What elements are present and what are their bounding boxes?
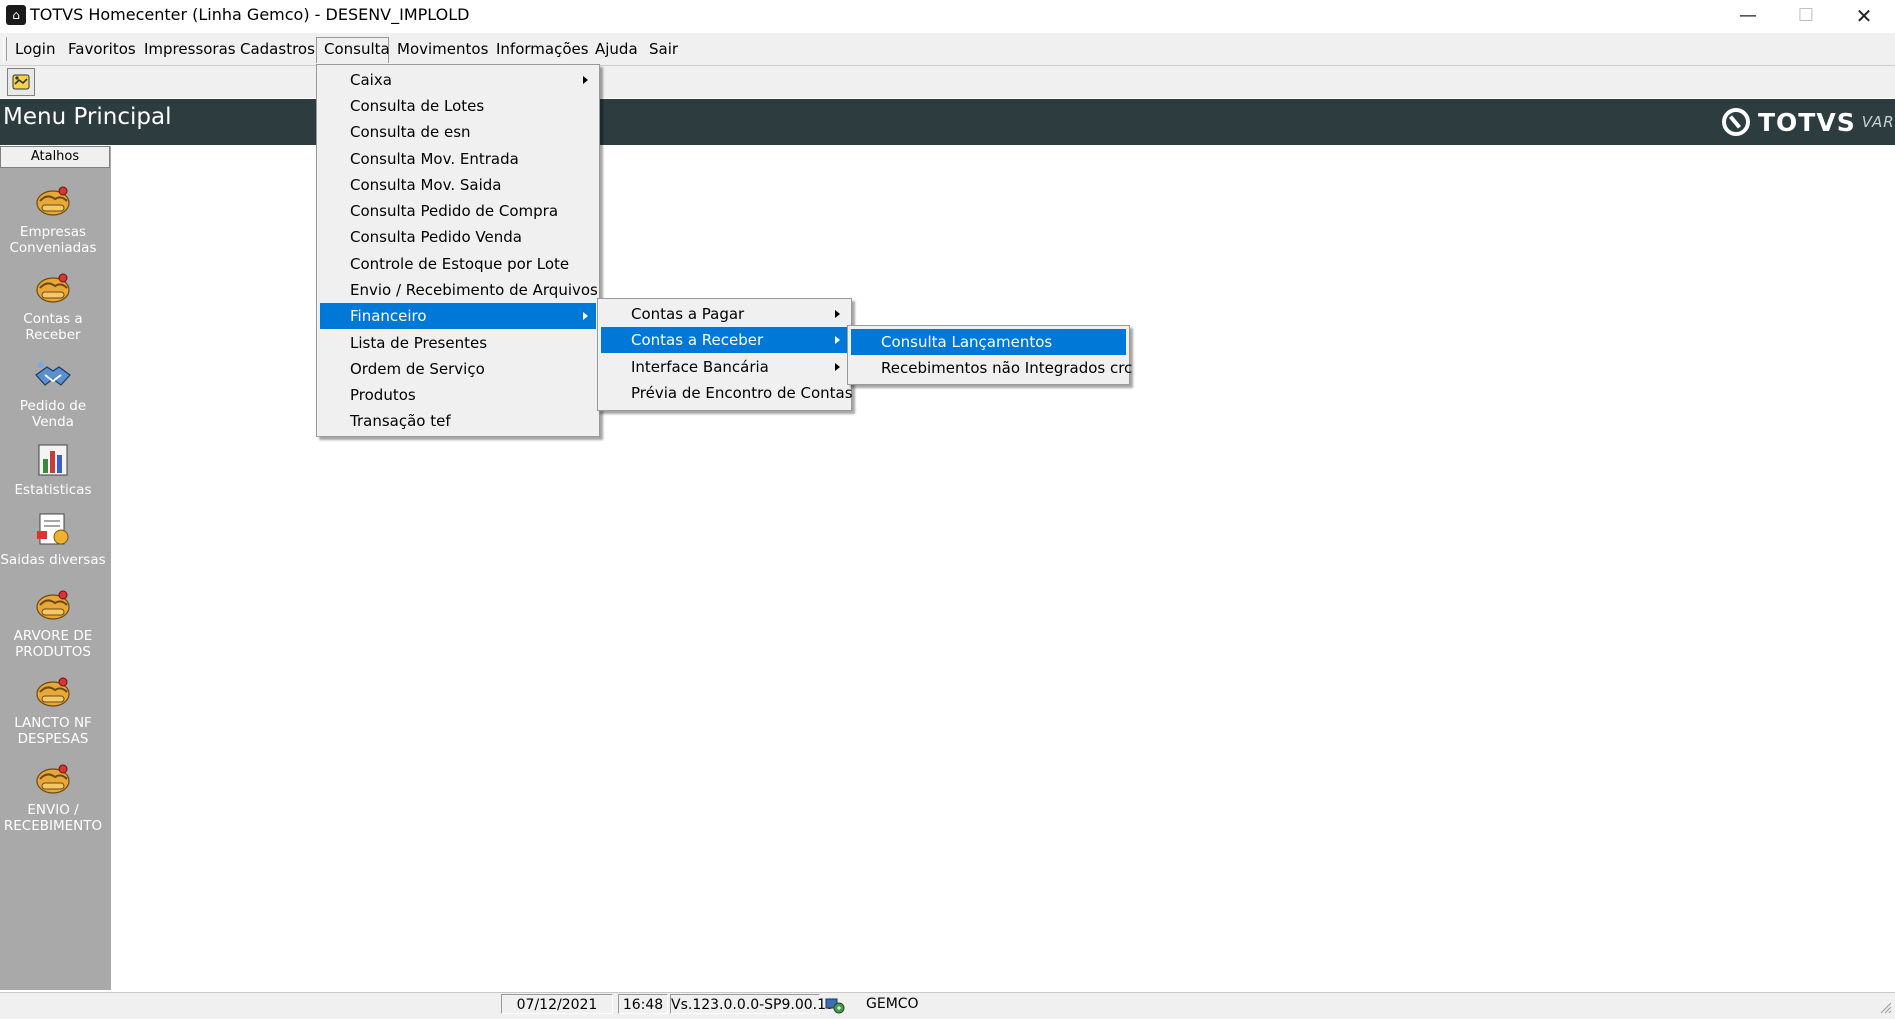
logo-text: TOTVS — [1758, 107, 1856, 137]
shortcut-pedido-de-venda[interactable]: Pedido de Venda — [0, 357, 106, 430]
menu-item-contas-a-receber[interactable]: Contas a Receber — [601, 327, 848, 353]
status-date: 07/12/2021 — [501, 994, 613, 1014]
menu-login[interactable]: Login — [8, 37, 62, 61]
financeiro-submenu: Contas a Pagar Contas a Receber Interfac… — [597, 298, 853, 411]
toolbar-button[interactable] — [7, 68, 35, 96]
handshake-gold-icon — [36, 273, 70, 303]
menu-item-consulta-mov-entrada[interactable]: Consulta Mov. Entrada — [320, 146, 596, 172]
shortcut-label-line2: PRODUTOS — [15, 644, 91, 660]
menu-consulta[interactable]: Consulta — [316, 37, 390, 63]
menu-item-consulta-de-lotes[interactable]: Consulta de Lotes — [320, 93, 596, 119]
shortcut-label-line1: Saidas diversas — [0, 552, 106, 568]
menu-item-consulta-de-esn[interactable]: Consulta de esn — [320, 119, 596, 145]
handshake-gold-icon — [36, 186, 70, 216]
submenu-arrow-icon — [835, 310, 840, 318]
submenu-arrow-icon — [583, 76, 588, 84]
shortcut-empresas-conveniadas[interactable]: Empresas Conveniadas — [0, 183, 106, 256]
menu-item-produtos[interactable]: Produtos — [320, 382, 596, 408]
network-icon — [825, 998, 845, 1014]
window-title: TOTVS Homecenter (Linha Gemco) - DESENV_… — [30, 5, 470, 24]
menu-sair[interactable]: Sair — [642, 37, 685, 61]
toolbar — [0, 66, 1895, 98]
shortcut-arvore-de-produtos[interactable]: ARVORE DE PRODUTOS — [0, 587, 106, 660]
shortcut-label-line1: Pedido de — [19, 398, 87, 414]
menu-item-label: Caixa — [350, 71, 392, 89]
shortcut-label-line1: ARVORE DE — [13, 628, 93, 644]
bar-chart-icon — [38, 444, 68, 476]
menu-item-consulta-mov-saida[interactable]: Consulta Mov. Saida — [320, 172, 596, 198]
shortcut-envio-recebimento[interactable]: ENVIO / RECEBIMENTO — [0, 761, 106, 834]
shortcut-label-line2: Conveniadas — [9, 240, 97, 256]
shortcut-label-line1: Estatisticas — [14, 482, 92, 498]
submenu-arrow-icon — [835, 363, 840, 371]
minimize-button[interactable]: — — [1719, 0, 1777, 31]
maximize-button[interactable]: ☐ — [1777, 0, 1835, 31]
menu-item-controle-estoque-lote[interactable]: Controle de Estoque por Lote — [320, 251, 596, 277]
menu-item-ordem-de-servico[interactable]: Ordem de Serviço — [320, 356, 596, 382]
page-title: Menu Principal — [3, 104, 172, 130]
resize-grip-icon[interactable] — [1878, 1000, 1892, 1014]
app-icon[interactable]: ⌂ — [6, 5, 26, 25]
menu-informacoes[interactable]: Informações — [489, 37, 596, 61]
shortcut-label-line1: ENVIO / — [27, 802, 79, 818]
shortcut-saidas-diversas[interactable]: Saidas diversas — [0, 511, 106, 568]
menu-item-label: Interface Bancária — [631, 358, 769, 376]
shortcut-estatisticas[interactable]: Estatisticas — [0, 441, 106, 498]
menu-bar: Login Favoritos Impressoras Cadastros Co… — [0, 33, 1895, 66]
status-user: GEMCO — [866, 996, 919, 1012]
menu-item-caixa[interactable]: Caixa — [320, 67, 596, 93]
submenu-arrow-icon — [835, 336, 840, 344]
handshake-gold-icon — [36, 764, 70, 794]
shortcut-label-line2: Venda — [32, 414, 74, 430]
submenu-arrow-icon — [583, 312, 588, 320]
menubar-grip — [3, 37, 7, 61]
shortcut-label-line2: RECEBIMENTO — [3, 818, 103, 834]
menu-cadastros[interactable]: Cadastros — [233, 37, 322, 61]
menu-impressoras[interactable]: Impressoras — [137, 37, 243, 61]
menu-item-interface-bancaria[interactable]: Interface Bancária — [601, 354, 848, 380]
menu-item-contas-a-pagar[interactable]: Contas a Pagar — [601, 301, 848, 327]
totvs-logo: TOTVS VAREJO — [1722, 104, 1895, 140]
contas-a-receber-submenu: Consulta Lançamentos Recebimentos não In… — [847, 325, 1132, 385]
menu-movimentos[interactable]: Movimentos — [390, 37, 495, 61]
tab-atalhos[interactable]: Atalhos — [0, 146, 110, 168]
menu-item-label: Contas a Pagar — [631, 305, 745, 323]
totvs-logo-icon — [1722, 108, 1750, 136]
menu-item-recebimentos-nao-integrados[interactable]: Recebimentos não Integrados crc — [851, 355, 1132, 381]
main-header — [0, 99, 1895, 145]
menu-item-consulta-pedido-venda[interactable]: Consulta Pedido Venda — [320, 224, 596, 250]
menu-item-previa-encontro-contas[interactable]: Prévia de Encontro de Contas — [601, 380, 853, 406]
handshake-gold-icon — [36, 590, 70, 620]
menu-item-financeiro[interactable]: Financeiro — [320, 303, 596, 329]
shortcut-label-line1: LANCTO NF — [14, 715, 92, 731]
handshake-blue-icon — [35, 362, 71, 386]
logo-subtext: VAREJO — [1861, 113, 1895, 131]
menu-ajuda[interactable]: Ajuda — [588, 37, 645, 61]
handshake-small-icon — [12, 74, 30, 90]
menu-item-consulta-pedido-de-compra[interactable]: Consulta Pedido de Compra — [320, 198, 596, 224]
shortcut-label-line1: Empresas — [19, 224, 87, 240]
menu-item-label: Financeiro — [350, 307, 427, 325]
menu-favoritos[interactable]: Favoritos — [61, 37, 143, 61]
menu-item-consulta-lancamentos[interactable]: Consulta Lançamentos — [851, 329, 1126, 355]
consulta-menu: Caixa Consulta de Lotes Consulta de esn … — [316, 64, 600, 437]
shortcut-label-line2: DESPESAS — [17, 731, 89, 747]
shortcut-contas-a-receber[interactable]: Contas a Receber — [0, 270, 106, 343]
shortcut-lancto-nf-despesas[interactable]: LANCTO NF DESPESAS — [0, 674, 106, 747]
close-button[interactable]: ✕ — [1835, 0, 1893, 31]
menu-item-transacao-tef[interactable]: Transação tef — [320, 408, 596, 434]
document-stamp-icon — [37, 513, 69, 545]
status-version: Vs.123.0.0.0-SP9.00.19 — [670, 994, 835, 1014]
shortcut-label-line1: Contas a — [23, 311, 83, 327]
status-time: 16:48 — [618, 994, 668, 1014]
status-bar — [0, 992, 1895, 1019]
menu-item-envio-recebimento-arquivos[interactable]: Envio / Recebimento de Arquivos — [320, 277, 598, 303]
handshake-gold-icon — [36, 677, 70, 707]
shortcut-label-line2: Receber — [25, 327, 81, 343]
menu-item-label: Contas a Receber — [631, 331, 764, 349]
menu-item-lista-de-presentes[interactable]: Lista de Presentes — [320, 330, 596, 356]
